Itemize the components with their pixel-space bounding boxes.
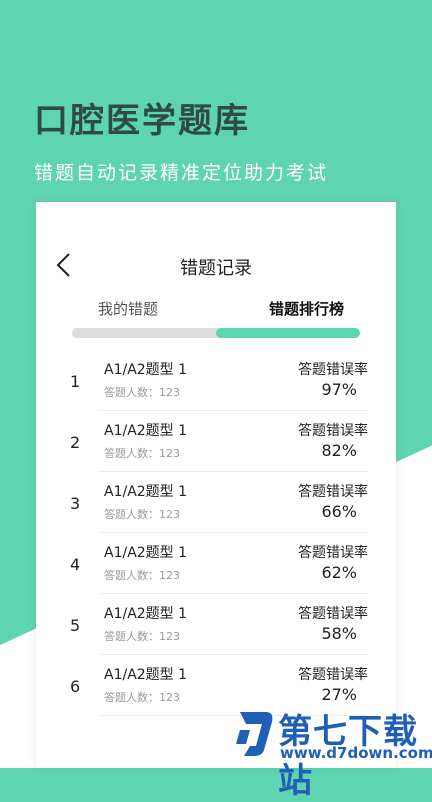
rank-number: 3 (70, 494, 81, 513)
rank-number: 5 (70, 616, 81, 635)
error-rate-value: 27% (321, 685, 357, 704)
table-row[interactable]: 3 A1/A2题型 1 答题人数：123 答题错误率 66% (70, 472, 368, 533)
answer-count: 答题人数：123 (104, 691, 180, 704)
error-rate-label: 答题错误率 (298, 423, 368, 439)
question-type-name: A1/A2题型 1 (104, 484, 188, 500)
page-title: 错题记录 (180, 258, 252, 279)
rank-number: 2 (70, 433, 81, 452)
question-type-name: A1/A2题型 1 (104, 667, 188, 683)
answer-count: 答题人数：123 (104, 630, 180, 643)
table-row[interactable]: 4 A1/A2题型 1 答题人数：123 答题错误率 62% (70, 533, 368, 594)
answer-count: 答题人数：123 (104, 508, 180, 521)
answer-count: 答题人数：123 (104, 447, 180, 460)
phone-screen: 错题记录 我的错题 错题排行榜 1 A1/A2题型 1 答题人数：123 答题错误率 9… (36, 202, 396, 768)
question-type-name: A1/A2题型 1 (104, 362, 188, 378)
error-rate-value: 66% (321, 502, 357, 521)
table-row[interactable]: 1 A1/A2题型 1 答题人数：123 答题错误率 97% (70, 350, 368, 411)
ranking-list: 1 A1/A2题型 1 答题人数：123 答题错误率 97% 2 A1/A2题型 1 答题人数… (70, 350, 368, 716)
error-rate-label: 答题错误率 (298, 606, 368, 622)
d7-logo-icon (236, 712, 273, 756)
error-rate-value: 82% (321, 441, 357, 460)
tab-indicator-track (72, 328, 360, 338)
hero-subtitle: 错题自动记录精准定位助力考试 (34, 162, 329, 184)
tab-mistake-ranking[interactable]: 错题排行榜 (269, 298, 344, 319)
table-row[interactable]: 2 A1/A2题型 1 答题人数：123 答题错误率 82% (70, 411, 368, 472)
rank-number: 6 (70, 677, 81, 696)
table-row[interactable]: 5 A1/A2题型 1 答题人数：123 答题错误率 58% (70, 594, 368, 655)
question-type-name: A1/A2题型 1 (104, 423, 188, 439)
hero-title: 口腔医学题库 (34, 101, 250, 141)
watermark: 第七下载站 www.d7down.com (236, 704, 432, 801)
question-type-name: A1/A2题型 1 (104, 606, 188, 622)
watermark-url: www.d7down.com (280, 744, 432, 762)
error-rate-label: 答题错误率 (298, 362, 368, 378)
error-rate-value: 62% (321, 563, 357, 582)
tab-my-mistakes[interactable]: 我的错题 (98, 298, 158, 319)
error-rate-value: 97% (321, 380, 357, 399)
error-rate-label: 答题错误率 (298, 667, 368, 683)
tab-bar: 我的错题 错题排行榜 (72, 298, 360, 320)
error-rate-label: 答题错误率 (298, 545, 368, 561)
error-rate-value: 58% (321, 624, 357, 643)
rank-number: 4 (70, 555, 81, 574)
error-rate-label: 答题错误率 (298, 484, 368, 500)
rank-number: 1 (70, 372, 81, 391)
answer-count: 答题人数：123 (104, 569, 180, 582)
tab-indicator-active (216, 328, 360, 338)
question-type-name: A1/A2题型 1 (104, 545, 188, 561)
answer-count: 答题人数：123 (104, 386, 180, 399)
